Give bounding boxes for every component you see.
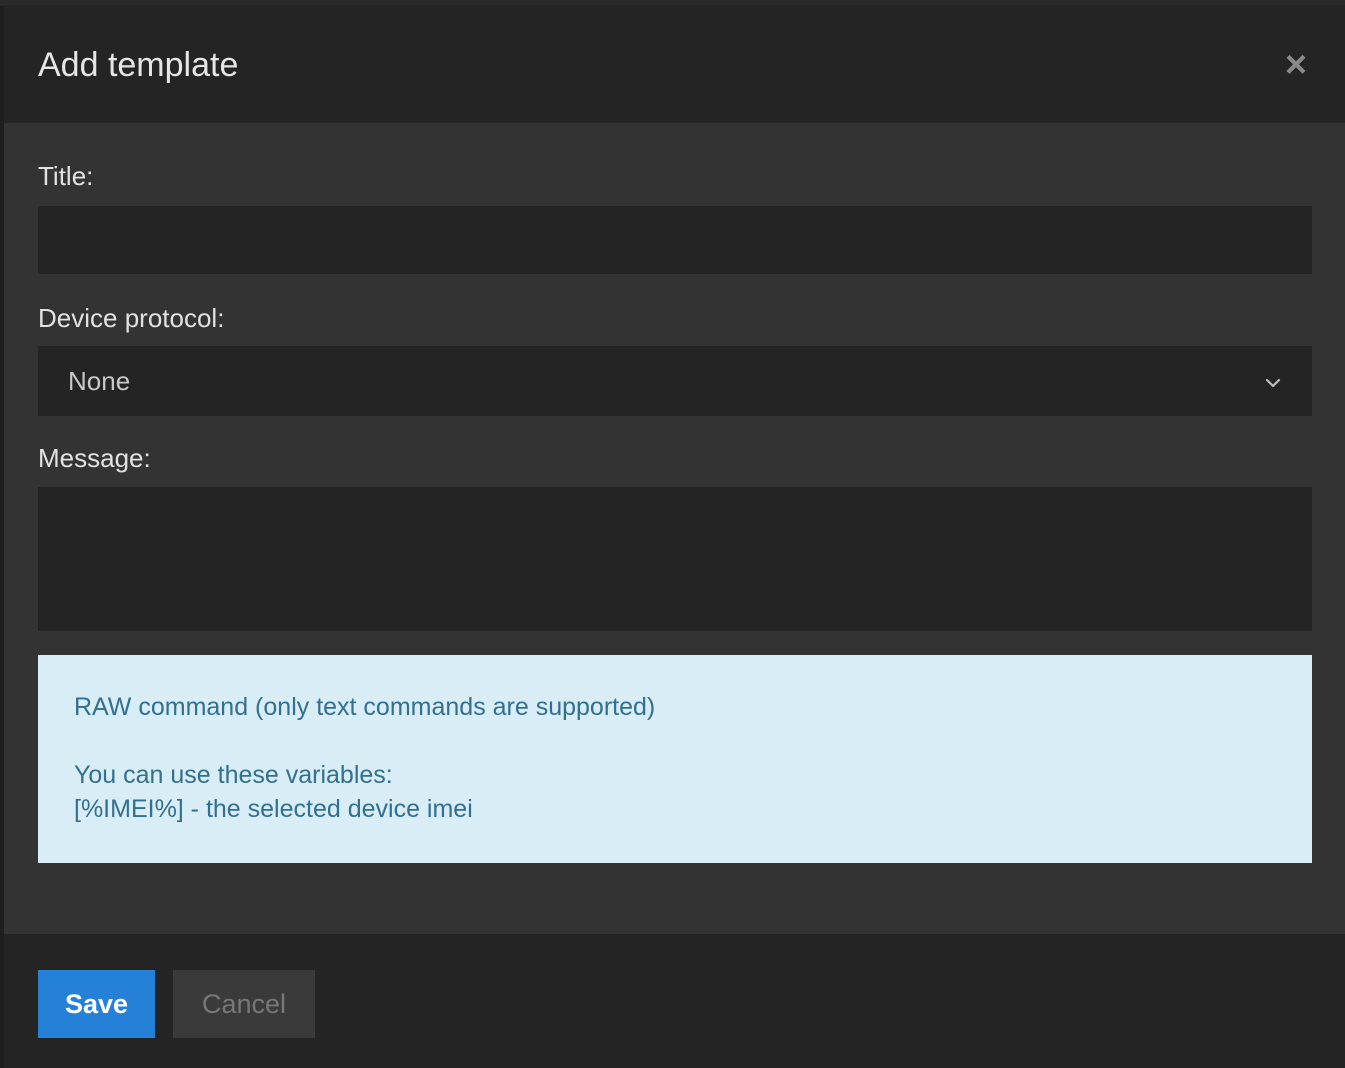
device-protocol-selected-value: None [68, 366, 131, 396]
device-protocol-label: Device protocol: [38, 303, 225, 333]
modal-title: Add template [38, 46, 239, 84]
cancel-button[interactable]: Cancel [173, 970, 315, 1038]
close-icon: × [1284, 44, 1308, 86]
modal-body: Title: Device protocol: None Message: RA… [4, 123, 1345, 934]
device-protocol-select[interactable]: None [38, 346, 1312, 416]
modal-footer: Save Cancel [4, 934, 1345, 1068]
title-label: Title: [38, 161, 94, 191]
info-raw-command-text: RAW command (only text commands are supp… [74, 693, 656, 721]
add-template-dialog: Add template × Title: Device protocol: N… [4, 5, 1345, 1068]
info-alert: RAW command (only text commands are supp… [38, 655, 1312, 863]
title-input[interactable] [38, 206, 1312, 274]
chevron-down-icon [1265, 378, 1281, 388]
info-variables-heading: You can use these variables: [74, 761, 393, 789]
close-button[interactable]: × [1276, 45, 1316, 85]
save-button[interactable]: Save [38, 970, 155, 1038]
info-imei-variable: [%IMEI%] - the selected device imei [74, 795, 473, 823]
modal-header: Add template × [4, 5, 1345, 123]
message-label: Message: [38, 443, 151, 473]
message-textarea[interactable] [38, 487, 1312, 631]
